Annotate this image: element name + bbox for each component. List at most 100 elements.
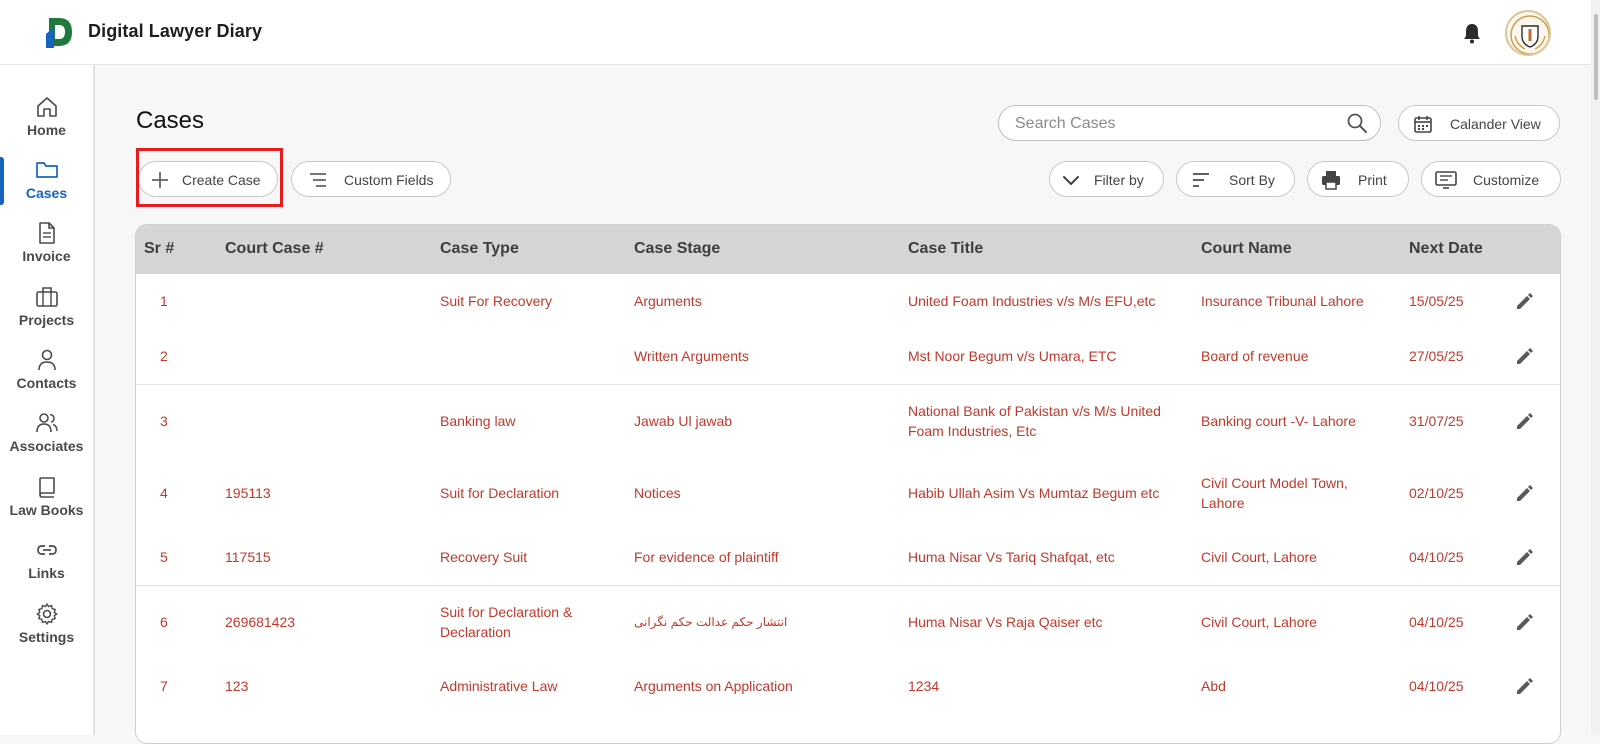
cell-case-title: United Foam Industries v/s M/s EFU,etc — [908, 293, 1156, 309]
cell-case-stage: Notices — [634, 485, 681, 501]
document-icon — [38, 222, 55, 244]
lines-icon — [310, 173, 326, 187]
cell-next-date: 31/07/25 — [1409, 413, 1464, 429]
sidebar-item-contacts[interactable]: Contacts — [0, 348, 93, 406]
sidebar-item-links[interactable]: Links — [0, 538, 93, 596]
sort-icon — [1193, 173, 1209, 187]
sidebar-item-settings[interactable]: Settings — [0, 602, 93, 660]
print-button[interactable]: Print — [1307, 161, 1409, 197]
sidebar-item-projects[interactable]: Projects — [0, 285, 93, 343]
sidebar-item-label: Associates — [9, 438, 84, 454]
cell-next-date: 02/10/25 — [1409, 485, 1464, 501]
column-header-court-name[interactable]: Court Name — [1201, 240, 1292, 258]
cell-case-type: Suit for Declaration — [440, 485, 560, 501]
table-row[interactable]: 7 123 Administrative Law Arguments on Ap… — [136, 658, 1560, 718]
table-row[interactable]: 6 269681423 Suit for Declaration & Decla… — [136, 586, 1560, 658]
cell-case-type: Suit for Declaration & Declaration — [440, 604, 573, 640]
gear-icon — [36, 603, 57, 625]
cell-court-name: Banking court -V- Lahore — [1201, 413, 1356, 429]
customize-label: Customize — [1473, 172, 1540, 188]
sidebar-item-label: Settings — [18, 629, 75, 645]
sidebar-item-invoice[interactable]: Invoice — [0, 221, 93, 279]
scrollbar-thumb[interactable] — [1594, 14, 1598, 100]
column-header-sr[interactable]: Sr # — [144, 240, 174, 258]
scrollbar-track[interactable] — [1591, 0, 1600, 735]
sidebar-item-label: Home — [27, 122, 66, 138]
book-icon — [38, 477, 55, 498]
column-header-case-stage[interactable]: Case Stage — [634, 240, 720, 258]
filter-by-button[interactable]: Filter by — [1049, 161, 1164, 197]
cell-case-title: National Bank of Pakistan v/s M/s United… — [908, 403, 1161, 439]
column-header-court-case[interactable]: Court Case # — [225, 240, 324, 258]
folder-icon — [35, 162, 58, 178]
cell-case-stage: انتشار حکم عدالت حکم نگرانی — [634, 615, 788, 629]
edit-icon[interactable] — [1514, 410, 1536, 432]
cell-court-name: Civil Court, Lahore — [1201, 549, 1317, 565]
column-header-case-type[interactable]: Case Type — [440, 240, 519, 258]
customize-button[interactable]: Customize — [1421, 161, 1561, 197]
avatar[interactable] — [1505, 10, 1551, 56]
app-logo[interactable] — [46, 14, 74, 50]
calendar-view-button[interactable]: Calander View — [1398, 105, 1560, 141]
cell-case-title: Huma Nisar Vs Tariq Shafqat, etc — [908, 549, 1115, 565]
print-label: Print — [1358, 172, 1387, 188]
search-box — [998, 105, 1381, 141]
search-icon[interactable] — [1346, 112, 1368, 134]
cell-court-name: Board of revenue — [1201, 348, 1309, 364]
table-header: Sr # Court Case # Case Type Case Stage C… — [136, 225, 1560, 274]
sidebar-item-law-books[interactable]: Law Books — [0, 475, 93, 533]
sidebar-item-associates[interactable]: Associates — [0, 411, 93, 469]
cell-case-title: Mst Noor Begum v/s Umara, ETC — [908, 348, 1117, 364]
highlight-box — [136, 148, 283, 207]
edit-icon[interactable] — [1514, 290, 1536, 312]
column-header-next-date[interactable]: Next Date — [1409, 240, 1483, 258]
cell-next-date: 04/10/25 — [1409, 549, 1464, 565]
top-bar: Digital Lawyer Diary — [0, 0, 1600, 65]
cell-case-type: Administrative Law — [440, 678, 558, 694]
bell-icon[interactable] — [1462, 22, 1482, 44]
table-row[interactable]: 4 195113 Suit for Declaration Notices Ha… — [136, 457, 1560, 529]
edit-icon[interactable] — [1514, 675, 1536, 697]
edit-icon[interactable] — [1514, 546, 1536, 568]
table-row[interactable]: 5 117515 Recovery Suit For evidence of p… — [136, 529, 1560, 586]
edit-icon[interactable] — [1514, 345, 1536, 367]
table-row[interactable]: 3 Banking law Jawab Ul jawab National Ba… — [136, 385, 1560, 457]
sidebar-item-label: Cases — [25, 185, 68, 201]
cell-case-stage: Jawab Ul jawab — [634, 413, 733, 429]
cell-sr: 1 — [160, 293, 168, 309]
filter-by-label: Filter by — [1094, 172, 1144, 188]
cell-next-date: 27/05/25 — [1409, 348, 1464, 364]
sort-by-button[interactable]: Sort By — [1176, 161, 1295, 197]
sidebar-item-label: Links — [28, 565, 65, 581]
search-input[interactable] — [1015, 114, 1335, 134]
sidebar-item-cases[interactable]: Cases — [0, 158, 93, 216]
page-title: Cases — [136, 107, 205, 134]
cell-case-stage: Written Arguments — [634, 348, 749, 364]
cell-sr: 4 — [160, 485, 168, 501]
sidebar-item-label: Contacts — [16, 375, 77, 391]
table-row[interactable]: 2 Written Arguments Mst Noor Begum v/s U… — [136, 329, 1560, 385]
law-firm-seal-icon — [1510, 15, 1549, 54]
cell-sr: 6 — [160, 614, 168, 630]
cell-court-case: 269681423 — [225, 614, 296, 630]
sidebar-item-label: Invoice — [22, 248, 71, 264]
cell-sr: 2 — [160, 348, 168, 364]
people-icon — [35, 413, 58, 433]
edit-icon[interactable] — [1514, 482, 1536, 504]
sidebar-item-label: Law Books — [9, 502, 84, 518]
cell-court-name: Civil Court Model Town, Lahore — [1201, 475, 1348, 511]
sidebar-item-home[interactable]: Home — [0, 95, 93, 153]
cell-case-title: Huma Nisar Vs Raja Qaiser etc — [908, 614, 1103, 630]
cell-court-case: 117515 — [225, 549, 271, 565]
home-icon — [36, 97, 57, 117]
cell-case-type: Recovery Suit — [440, 549, 528, 565]
cell-court-name: Abd — [1201, 678, 1226, 694]
cell-next-date: 04/10/25 — [1409, 678, 1464, 694]
custom-fields-button[interactable]: Custom Fields — [291, 161, 451, 197]
cell-court-case: 123 — [225, 678, 249, 694]
column-header-case-title[interactable]: Case Title — [908, 240, 983, 258]
table-row[interactable]: 1 Suit For Recovery Arguments United Foa… — [136, 274, 1560, 329]
cell-case-stage: Arguments on Application — [634, 678, 793, 694]
edit-icon[interactable] — [1514, 611, 1536, 633]
cell-case-title: Habib Ullah Asim Vs Mumtaz Begum etc — [908, 485, 1160, 501]
